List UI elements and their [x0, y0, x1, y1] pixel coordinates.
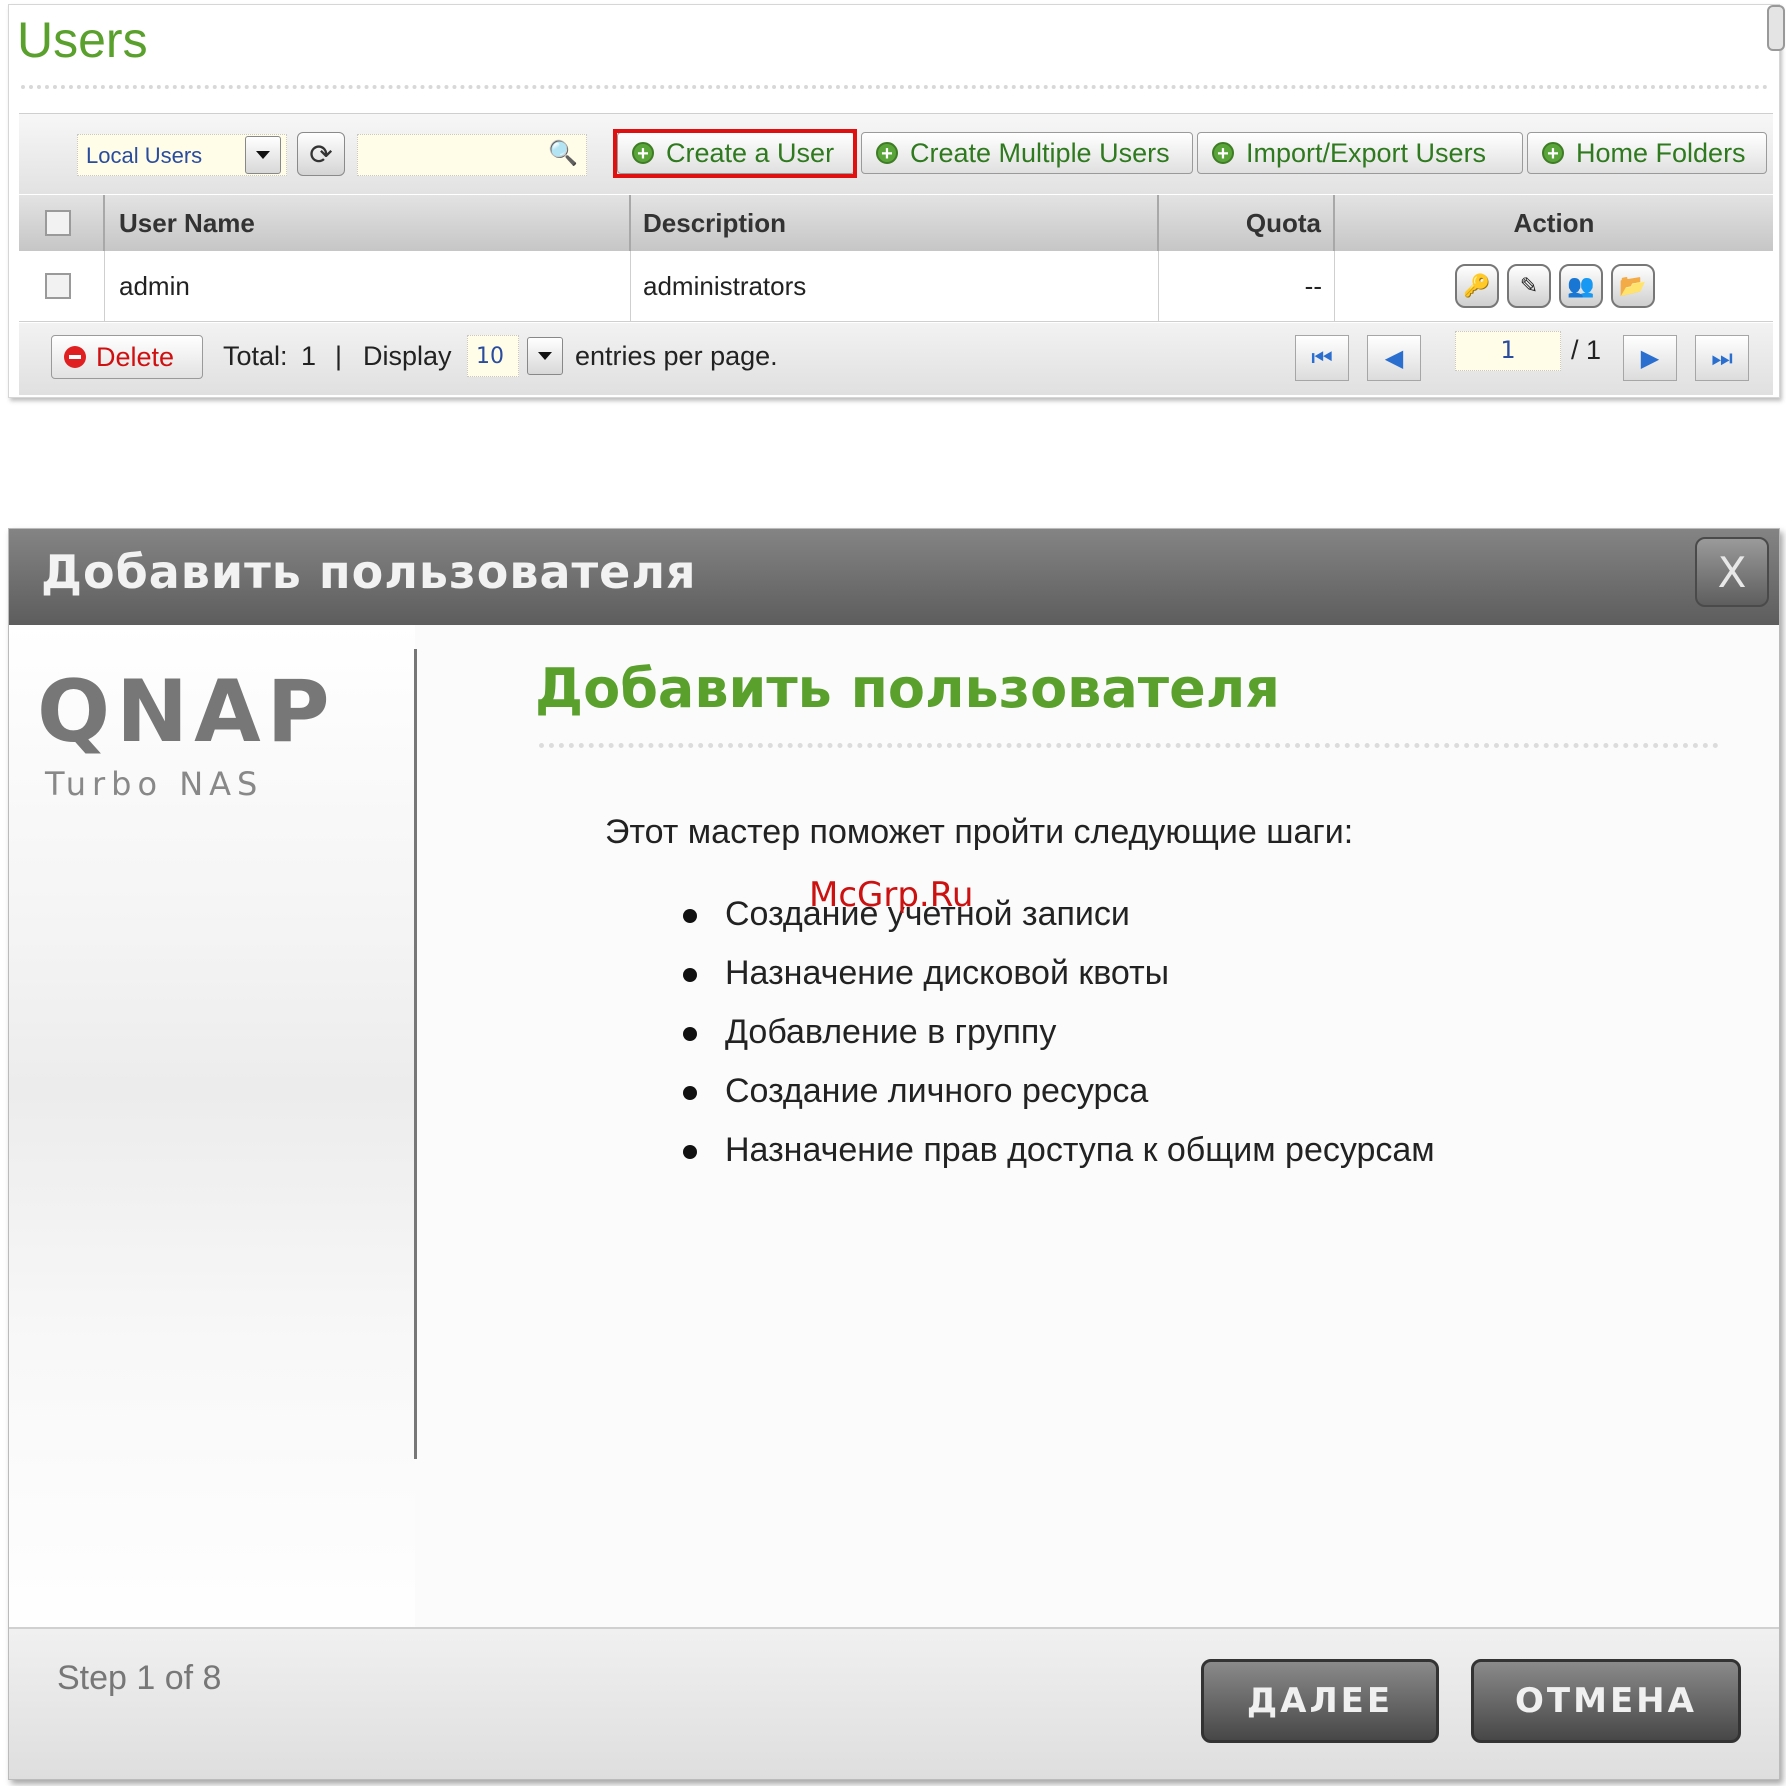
home-folders-button[interactable]: + Home Folders — [1527, 132, 1767, 174]
delete-icon — [64, 346, 86, 368]
cell-quota: -- — [1159, 251, 1335, 321]
row-checkbox-cell — [19, 251, 105, 321]
close-button[interactable]: X — [1695, 537, 1769, 607]
total-label: Total: — [223, 341, 288, 371]
row-checkbox[interactable] — [45, 273, 71, 299]
chevron-down-icon — [538, 352, 552, 360]
delete-button[interactable]: Delete — [51, 335, 203, 379]
users-panel: Users Local Users ⟳ 🔍 + Create a User + … — [8, 4, 1785, 398]
last-page-icon: ⏭ — [1711, 344, 1733, 372]
entries-per-page-dropdown-button[interactable] — [527, 337, 563, 375]
users-table-header: User Name Description Quota Action — [19, 195, 1773, 251]
list-item: Создание личного ресурса — [683, 1072, 1435, 1131]
first-page-icon: ⏮ — [1311, 344, 1333, 372]
refresh-icon: ⟳ — [309, 137, 333, 171]
column-header-description[interactable]: Description — [631, 195, 1159, 251]
cell-description: administrators — [631, 251, 1159, 321]
watermark: McGrp.Ru — [809, 875, 974, 915]
heading-divider — [539, 743, 1719, 748]
import-export-users-button[interactable]: + Import/Export Users — [1197, 132, 1523, 174]
wizard-steps-list: Создание учетной записи Назначение диско… — [683, 895, 1435, 1190]
user-type-dropdown-button[interactable] — [245, 136, 281, 174]
search-icon: 🔍 — [548, 139, 578, 167]
previous-page-icon: ◀ — [1384, 344, 1404, 372]
add-icon: + — [1542, 142, 1564, 164]
column-header-action: Action — [1513, 207, 1595, 238]
column-header-quota[interactable]: Quota — [1159, 195, 1335, 251]
next-page-button[interactable]: ▶ — [1623, 335, 1677, 381]
display-label: Display — [363, 341, 452, 371]
footer-separator: | — [335, 341, 343, 371]
user-type-select-value: Local Users — [86, 143, 203, 168]
add-icon: + — [876, 142, 898, 164]
create-user-highlight — [613, 129, 857, 178]
page-number-input[interactable]: 1 — [1455, 331, 1561, 371]
sidebar-divider — [414, 649, 417, 1459]
page-title: Users — [17, 12, 148, 68]
cell-user-name: admin — [105, 251, 631, 321]
next-page-icon: ▶ — [1640, 344, 1660, 372]
home-folders-label: Home Folders — [1576, 137, 1746, 168]
entries-per-page-label: entries per page. — [575, 341, 778, 371]
delete-label: Delete — [96, 341, 175, 372]
users-toolbar: Local Users ⟳ 🔍 + Create a User + Create… — [19, 113, 1773, 194]
column-header-user-name[interactable]: User Name — [105, 195, 631, 251]
chevron-down-icon — [256, 151, 270, 159]
first-page-button[interactable]: ⏮ — [1295, 335, 1349, 381]
cell-actions: 🔑 ✎ 👥 📂 — [1335, 251, 1773, 321]
wizard-heading: Добавить пользователя — [535, 657, 1280, 720]
close-icon: X — [1717, 547, 1747, 597]
total-count: 1 — [301, 341, 317, 371]
cancel-button[interactable]: ОТМЕНА — [1471, 1659, 1741, 1743]
dialog-title: Добавить пользователя — [41, 545, 697, 599]
next-button[interactable]: ДАЛЕЕ — [1201, 1659, 1439, 1743]
page-total: / 1 — [1571, 335, 1602, 365]
create-multiple-users-button[interactable]: + Create Multiple Users — [861, 132, 1193, 174]
list-item: Создание учетной записи — [683, 895, 1435, 954]
refresh-button[interactable]: ⟳ — [297, 132, 345, 176]
add-icon: + — [1212, 142, 1234, 164]
entries-per-page-select[interactable]: 10 — [467, 335, 519, 377]
list-item: Добавление в группу — [683, 1013, 1435, 1072]
search-input[interactable]: 🔍 — [357, 134, 587, 176]
qnap-logo: QNAP — [37, 662, 336, 762]
step-indicator: Step 1 of 8 — [57, 1659, 222, 1697]
dialog-footer: Step 1 of 8 ДАЛЕЕ ОТМЕНА — [9, 1627, 1779, 1779]
add-user-dialog: Добавить пользователя X QNAP Turbo NAS Д… — [8, 528, 1780, 1780]
select-all-checkbox[interactable] — [45, 210, 71, 236]
previous-page-button[interactable]: ◀ — [1367, 335, 1421, 381]
last-page-button[interactable]: ⏭ — [1695, 335, 1749, 381]
folder-permission-icon[interactable]: 📂 — [1611, 264, 1655, 308]
title-divider — [21, 85, 1769, 89]
dialog-header: Добавить пользователя X — [9, 529, 1779, 625]
user-group-icon[interactable]: 👥 — [1559, 264, 1603, 308]
import-export-label: Import/Export Users — [1246, 137, 1487, 168]
turbo-nas-logo-text: Turbo NAS — [45, 765, 264, 803]
table-footer: Delete Total: 1 | Display 10 entries per… — [19, 323, 1773, 395]
dialog-sidebar: QNAP Turbo NAS — [9, 625, 415, 1655]
wizard-intro: Этот мастер поможет пройти следующие шаг… — [605, 813, 1354, 851]
create-multiple-label: Create Multiple Users — [910, 137, 1170, 168]
list-item: Назначение дисковой квоты — [683, 954, 1435, 1013]
edit-icon[interactable]: ✎ — [1507, 264, 1551, 308]
select-all-cell — [19, 195, 105, 251]
scrollbar-handle[interactable] — [1767, 5, 1785, 51]
list-item: Назначение прав доступа к общим ресурсам — [683, 1131, 1435, 1190]
password-key-icon[interactable]: 🔑 — [1455, 264, 1499, 308]
table-row[interactable]: admin administrators -- 🔑 ✎ 👥 📂 — [19, 251, 1773, 322]
